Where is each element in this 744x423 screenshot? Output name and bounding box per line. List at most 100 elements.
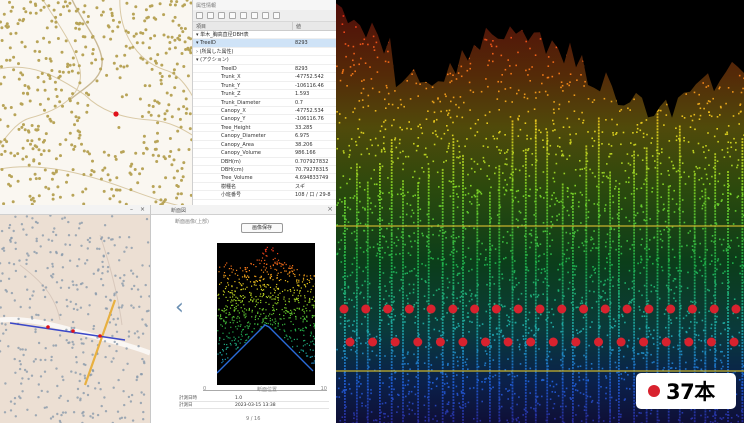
tree-point — [109, 7, 113, 11]
tree-point — [37, 137, 41, 141]
point — [468, 270, 470, 272]
point — [486, 122, 488, 124]
point — [633, 98, 635, 101]
trunk-point — [344, 317, 346, 319]
zoom-icon[interactable] — [273, 12, 280, 19]
trunk-point — [356, 391, 358, 394]
trunk-point — [356, 238, 358, 241]
close-button[interactable]: × — [140, 206, 145, 213]
attribute-row[interactable]: Trunk_Z 1.593 — [193, 90, 336, 99]
tree-point-map[interactable] — [0, 0, 192, 205]
attribute-row[interactable]: Trunk_Y -106116.46 — [193, 82, 336, 91]
point — [469, 289, 471, 292]
point — [336, 111, 338, 113]
point — [250, 292, 252, 294]
attribute-row[interactable]: DBH(m) 0.707927832 — [193, 158, 336, 166]
tree-point — [28, 194, 32, 198]
trunk-point — [366, 382, 369, 385]
filter-icon[interactable] — [251, 12, 258, 19]
attribute-value — [293, 31, 336, 38]
tree-point — [145, 61, 149, 65]
point — [595, 247, 597, 249]
delete-icon[interactable] — [229, 12, 236, 19]
attribute-row[interactable]: Trunk_X -47752.542 — [193, 73, 336, 82]
attribute-row[interactable]: Tree_Volume 4.694833749 — [193, 174, 336, 183]
attribute-row[interactable]: › (所属した属性) — [193, 48, 336, 57]
point — [712, 97, 714, 100]
point — [377, 218, 379, 221]
trunk-point — [356, 328, 358, 331]
tree-point — [118, 417, 122, 420]
trunk-point — [366, 346, 369, 349]
point — [717, 41, 719, 44]
attribute-row[interactable]: TreeID 8293 — [193, 65, 336, 74]
point — [296, 282, 298, 284]
trunk-point — [390, 322, 393, 325]
attribute-row[interactable]: 小班番号 108 / 口 / 29-8 — [193, 191, 336, 200]
attribute-row[interactable]: 樹種名 スギ — [193, 183, 336, 192]
point — [263, 266, 265, 268]
attribute-row[interactable]: Trunk_Diameter 0.7 — [193, 99, 336, 107]
point — [353, 305, 355, 308]
point — [336, 253, 338, 256]
section-line-map-canvas[interactable] — [0, 205, 150, 423]
undo-icon[interactable] — [262, 12, 269, 19]
point — [539, 403, 541, 406]
layers-icon[interactable] — [196, 12, 203, 19]
viewer-close-button[interactable]: × — [327, 205, 333, 213]
point — [604, 292, 606, 294]
point — [506, 314, 508, 317]
tree-point — [117, 126, 121, 129]
attribute-row[interactable]: ▾ 単木_胸高直径DBH表 — [193, 31, 336, 40]
copy-icon[interactable] — [218, 12, 225, 19]
prev-chevron-icon[interactable]: ‹ — [175, 297, 184, 319]
point — [339, 79, 342, 82]
point — [547, 76, 550, 79]
point — [445, 159, 447, 162]
point — [521, 29, 524, 31]
point — [303, 330, 305, 332]
attribute-row[interactable]: ▾ TreeID 8293 — [193, 39, 336, 48]
attribute-row[interactable]: Canopy_Area 38.206 — [193, 141, 336, 150]
section-position-slider[interactable]: 0 断面位置 10 — [203, 386, 327, 394]
section-line-map[interactable]: – × — [0, 205, 150, 423]
selected-tree-marker[interactable] — [113, 111, 119, 117]
tree-point — [145, 147, 149, 151]
attribute-row[interactable]: ▾ (アクション) — [193, 56, 336, 65]
edit-icon[interactable] — [240, 12, 247, 19]
tree-point-map-canvas[interactable] — [0, 0, 192, 205]
point — [640, 13, 643, 16]
point — [277, 259, 280, 261]
save-image-button[interactable]: 画像保存 — [241, 223, 283, 233]
point — [641, 238, 643, 240]
attribute-row[interactable]: Canopy_Diameter 6.975 — [193, 132, 336, 141]
point — [352, 330, 354, 332]
point — [573, 354, 576, 357]
trunk-point — [427, 371, 430, 374]
point — [616, 371, 618, 374]
attribute-row[interactable]: Canopy_Volume 986.166 — [193, 149, 336, 158]
attribute-row[interactable]: Tree_Height 33.285 — [193, 124, 336, 133]
point — [405, 71, 408, 73]
point — [381, 256, 384, 259]
point — [445, 109, 448, 112]
point — [608, 60, 611, 63]
point — [615, 133, 617, 135]
trunk-point — [366, 241, 369, 244]
attribute-row[interactable]: Canopy_Y -106116.76 — [193, 115, 336, 124]
attribute-row[interactable]: Canopy_X -47752.534 — [193, 107, 336, 116]
trunk-point — [390, 157, 393, 160]
attribute-row[interactable]: DBH(cm) 70.79278315 — [193, 166, 336, 175]
point — [262, 320, 264, 323]
point — [486, 263, 489, 266]
tree-point — [82, 10, 86, 14]
point — [311, 355, 313, 358]
trunk-point — [417, 419, 419, 422]
point — [310, 356, 312, 358]
minimize-button[interactable]: – — [130, 206, 133, 213]
select-icon[interactable] — [207, 12, 214, 19]
point — [310, 341, 312, 343]
point — [224, 288, 227, 290]
table-row: 計測日時 1.0 — [179, 395, 329, 402]
point — [470, 295, 472, 297]
